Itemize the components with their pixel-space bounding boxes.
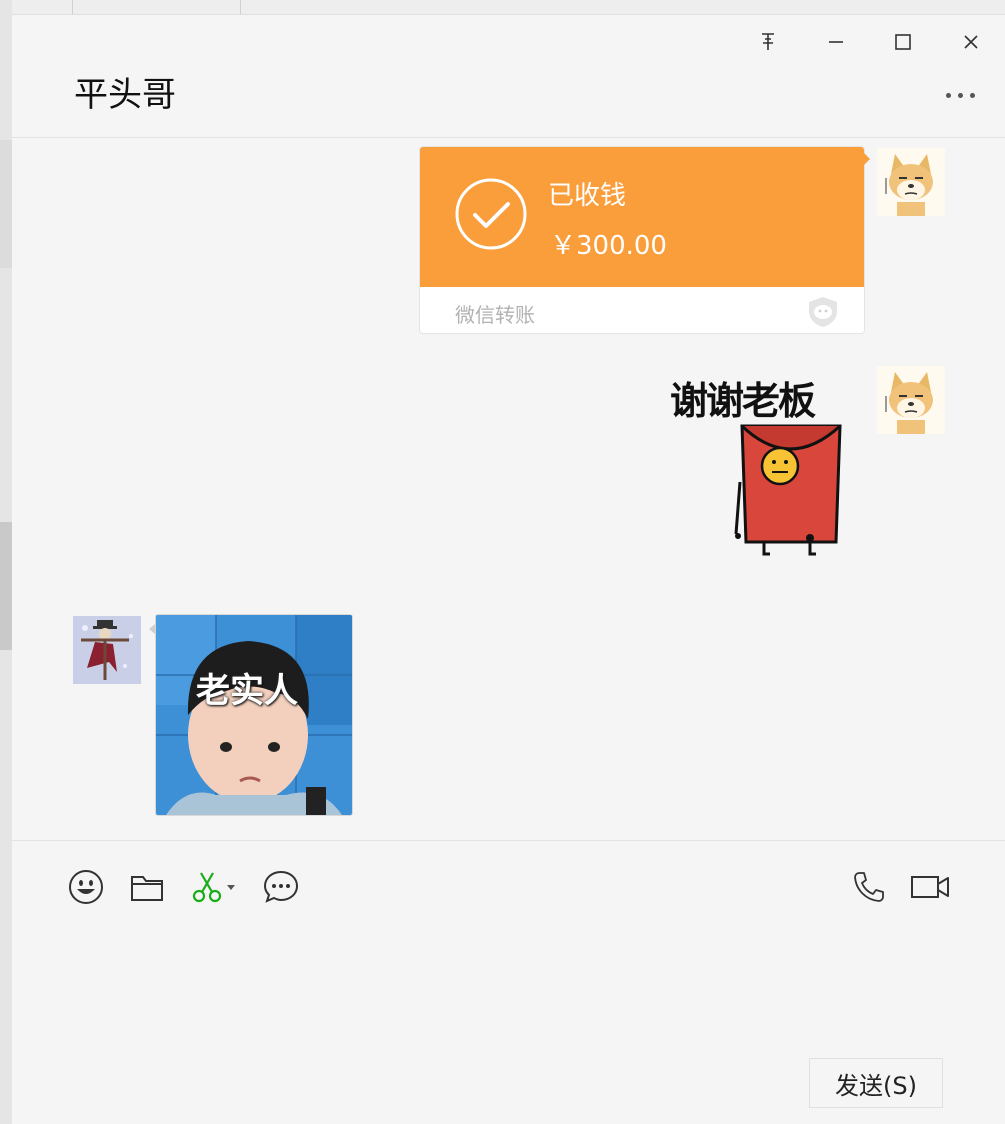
tab-divider xyxy=(72,0,73,14)
chat-header: 平头哥 xyxy=(12,15,1005,138)
wechat-pay-shield-icon xyxy=(809,297,837,327)
shiba-dog-avatar-icon xyxy=(877,148,945,216)
folder-icon xyxy=(131,876,163,901)
transfer-bubble-tail xyxy=(863,152,870,166)
top-tab-strip xyxy=(12,0,1005,15)
chat-title: 平头哥 xyxy=(74,75,176,115)
red-envelope-sticker-icon xyxy=(734,424,842,556)
sticker-message[interactable]: 谢谢老板 xyxy=(664,366,864,566)
input-divider xyxy=(12,840,1005,841)
close-icon xyxy=(964,35,978,49)
transfer-source: 微信转账 xyxy=(455,303,535,327)
transfer-card-footer: 微信转账 xyxy=(420,287,864,333)
minimize-icon xyxy=(829,41,843,43)
close-button[interactable] xyxy=(956,29,986,55)
image-message[interactable]: 老实人 xyxy=(155,614,353,816)
maximize-button[interactable] xyxy=(888,29,918,55)
tab-divider xyxy=(240,0,241,14)
sidebar-scrollbar[interactable] xyxy=(0,522,12,650)
video-icon xyxy=(911,876,949,898)
minimize-button[interactable] xyxy=(821,29,851,55)
sticker-caption: 谢谢老板 xyxy=(670,379,816,423)
send-button[interactable]: 发送(S) xyxy=(809,1058,943,1108)
avatar-self[interactable] xyxy=(877,148,945,216)
file-button[interactable] xyxy=(128,868,166,906)
avatar-contact[interactable] xyxy=(73,616,141,684)
image-caption: 老实人 xyxy=(196,671,298,711)
sidebar-edge xyxy=(0,0,12,1124)
shiba-dog-avatar-icon xyxy=(877,366,945,434)
voice-call-button[interactable] xyxy=(850,868,888,906)
emoji-icon xyxy=(69,870,103,904)
scissors-icon xyxy=(192,872,235,903)
sidebar-scroll-segment xyxy=(0,140,12,268)
check-circle-icon xyxy=(455,178,527,250)
chat-bubble-icon xyxy=(263,870,299,903)
pin-icon xyxy=(762,33,774,50)
child-photo-icon xyxy=(156,615,352,815)
more-options-button[interactable] xyxy=(946,93,975,98)
transfer-amount: ￥300.00 xyxy=(550,231,667,261)
more-dot xyxy=(970,93,975,98)
transfer-card[interactable]: 已收钱 ￥300.00 微信转账 xyxy=(419,146,865,334)
more-dot xyxy=(958,93,963,98)
screenshot-button[interactable] xyxy=(190,868,240,906)
avatar-self[interactable] xyxy=(877,366,945,434)
phone-icon xyxy=(854,872,884,902)
chat-history-button[interactable] xyxy=(262,868,300,906)
maximize-icon xyxy=(895,34,911,50)
transfer-card-top: 已收钱 ￥300.00 xyxy=(420,147,864,287)
video-call-button[interactable] xyxy=(908,868,952,906)
more-dot xyxy=(946,93,951,98)
scarecrow-avatar-icon xyxy=(73,616,141,684)
transfer-status: 已收钱 xyxy=(548,181,627,211)
pin-button[interactable] xyxy=(753,29,783,55)
emoji-button[interactable] xyxy=(67,868,105,906)
